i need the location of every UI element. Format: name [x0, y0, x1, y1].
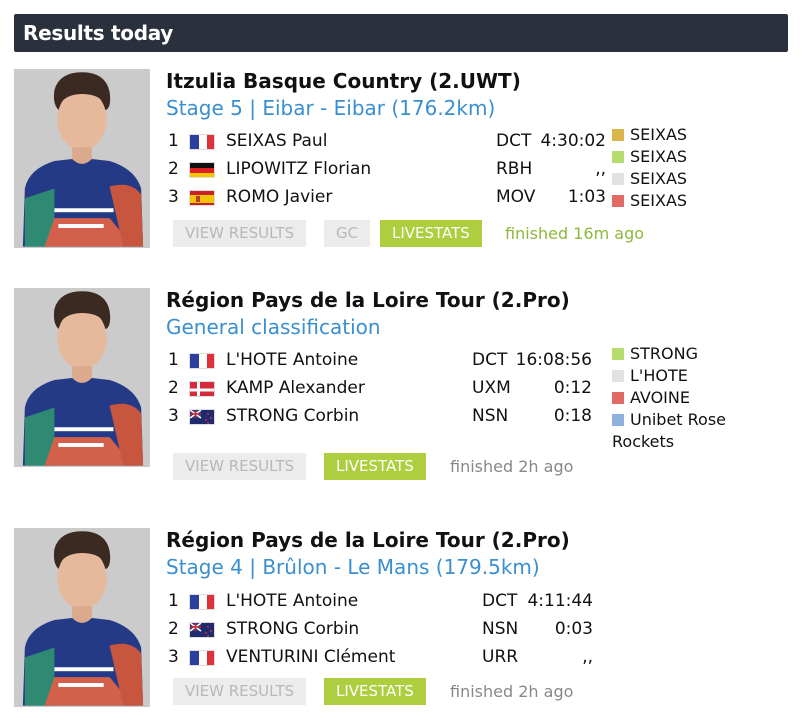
- red-jersey-icon: [612, 195, 624, 207]
- jersey-holder[interactable]: L'HOTE: [630, 366, 688, 385]
- position: 1: [168, 131, 179, 151]
- result-time: 0:03: [554, 619, 593, 639]
- race-title[interactable]: Itzulia Basque Country (2.UWT): [166, 69, 521, 93]
- rider-name[interactable]: VENTURINI Clément: [226, 647, 395, 667]
- rider-name[interactable]: STRONG Corbin: [226, 619, 359, 639]
- finished-status: finished 16m ago: [505, 224, 645, 243]
- result-row: 3 ROMO Javier MOV 1:03: [166, 184, 606, 212]
- jersey-item: SEIXAS: [612, 191, 687, 213]
- race-title[interactable]: Région Pays de la Loire Tour (2.Pro): [166, 528, 570, 552]
- result-time: 1:03: [567, 187, 606, 207]
- position: 3: [168, 406, 179, 426]
- position: 1: [168, 350, 179, 370]
- rider-photo[interactable]: [14, 288, 150, 467]
- gc-button[interactable]: GC: [324, 220, 371, 247]
- stage-link[interactable]: Stage 5 | Eibar - Eibar (176.2km): [166, 96, 495, 120]
- jersey-item: L'HOTE: [612, 366, 726, 388]
- rider-name[interactable]: LIPOWITZ Florian: [226, 159, 371, 179]
- jersey-item: SEIXAS: [612, 169, 687, 191]
- rider-name[interactable]: L'HOTE Antoine: [226, 350, 358, 370]
- rider-photo[interactable]: [14, 69, 150, 248]
- rider-photo[interactable]: [14, 528, 150, 707]
- gc-link[interactable]: General classification: [166, 315, 381, 339]
- result-time: 4:30:02: [540, 131, 606, 151]
- position: 3: [168, 647, 179, 667]
- finished-status: finished 2h ago: [450, 682, 574, 701]
- results-today-header: Results today: [14, 14, 788, 52]
- jersey-holder[interactable]: SEIXAS: [630, 125, 687, 144]
- result-row: 1 SEIXAS Paul DCT 4:30:02: [166, 128, 606, 156]
- jersey-item: SEIXAS: [612, 125, 687, 147]
- view-results-button[interactable]: VIEW RESULTS: [173, 453, 307, 480]
- jersey-item: SEIXAS: [612, 147, 687, 169]
- livestats-button[interactable]: LIVESTATS: [380, 220, 482, 247]
- green-jersey-icon: [612, 348, 624, 360]
- jersey-holder[interactable]: AVOINE: [630, 388, 690, 407]
- jersey-holder[interactable]: STRONG: [630, 344, 698, 363]
- germany-flag-icon: [189, 162, 215, 178]
- france-flag-icon: [189, 650, 215, 666]
- jersey-list: STRONG L'HOTE AVOINE Unibet Rose Rockets: [612, 344, 726, 454]
- position: 2: [168, 619, 179, 639]
- blue-jersey-icon: [612, 414, 624, 426]
- livestats-button[interactable]: LIVESTATS: [324, 453, 426, 480]
- jersey-item: AVOINE: [612, 388, 726, 410]
- result-time: ,,: [582, 647, 593, 667]
- race-card: Itzulia Basque Country (2.UWT) Stage 5 |…: [14, 69, 788, 249]
- view-results-button[interactable]: VIEW RESULTS: [173, 220, 307, 247]
- green-jersey-icon: [612, 151, 624, 163]
- result-time: 16:08:56: [515, 350, 592, 370]
- jersey-holder[interactable]: Unibet Rose: [630, 410, 726, 429]
- new-zealand-flag-icon: [189, 622, 215, 638]
- race-title[interactable]: Région Pays de la Loire Tour (2.Pro): [166, 288, 570, 312]
- rider-name[interactable]: ROMO Javier: [226, 187, 332, 207]
- header-title: Results today: [23, 21, 174, 45]
- white-jersey-icon: [612, 370, 624, 382]
- result-row: 3 VENTURINI Clément URR ,,: [166, 644, 606, 672]
- result-time: 0:12: [553, 378, 592, 398]
- position: 1: [168, 591, 179, 611]
- result-row: 3 STRONG Corbin NSN 0:18: [166, 403, 606, 431]
- finished-status: finished 2h ago: [450, 457, 574, 476]
- jersey-holder[interactable]: SEIXAS: [630, 191, 687, 210]
- result-row: 1 L'HOTE Antoine DCT 4:11:44: [166, 588, 606, 616]
- new-zealand-flag-icon: [189, 409, 215, 425]
- jersey-item-continued: Rockets: [612, 432, 726, 454]
- yellow-jersey-icon: [612, 129, 624, 141]
- result-time: 4:11:44: [527, 591, 593, 611]
- jersey-holder[interactable]: SEIXAS: [630, 147, 687, 166]
- white-jersey-icon: [612, 173, 624, 185]
- result-row: 2 LIPOWITZ Florian RBH ,,: [166, 156, 606, 184]
- result-time: ,,: [595, 159, 606, 179]
- result-row: 1 L'HOTE Antoine DCT 16:08:56: [166, 347, 606, 375]
- rider-name[interactable]: SEIXAS Paul: [226, 131, 327, 151]
- result-time: 0:18: [553, 406, 592, 426]
- rider-name[interactable]: STRONG Corbin: [226, 406, 359, 426]
- stage-link[interactable]: Stage 4 | Brûlon - Le Mans (179.5km): [166, 555, 540, 579]
- position: 2: [168, 159, 179, 179]
- position: 3: [168, 187, 179, 207]
- france-flag-icon: [189, 594, 215, 610]
- livestats-button[interactable]: LIVESTATS: [324, 678, 426, 705]
- jersey-holder[interactable]: Rockets: [612, 432, 674, 451]
- result-row: 2 KAMP Alexander UXM 0:12: [166, 375, 606, 403]
- france-flag-icon: [189, 353, 215, 369]
- jersey-list: SEIXAS SEIXAS SEIXAS SEIXAS: [612, 125, 687, 213]
- race-card: Région Pays de la Loire Tour (2.Pro) Sta…: [14, 528, 788, 708]
- view-results-button[interactable]: VIEW RESULTS: [173, 678, 307, 705]
- position: 2: [168, 378, 179, 398]
- result-row: 2 STRONG Corbin NSN 0:03: [166, 616, 606, 644]
- denmark-flag-icon: [189, 381, 215, 397]
- race-card: Région Pays de la Loire Tour (2.Pro) Gen…: [14, 288, 788, 480]
- rider-name[interactable]: KAMP Alexander: [226, 378, 365, 398]
- jersey-holder[interactable]: SEIXAS: [630, 169, 687, 188]
- rider-name[interactable]: L'HOTE Antoine: [226, 591, 358, 611]
- red-jersey-icon: [612, 392, 624, 404]
- jersey-item: STRONG: [612, 344, 726, 366]
- jersey-item: Unibet Rose: [612, 410, 726, 432]
- spain-flag-icon: [189, 190, 215, 206]
- france-flag-icon: [189, 134, 215, 150]
